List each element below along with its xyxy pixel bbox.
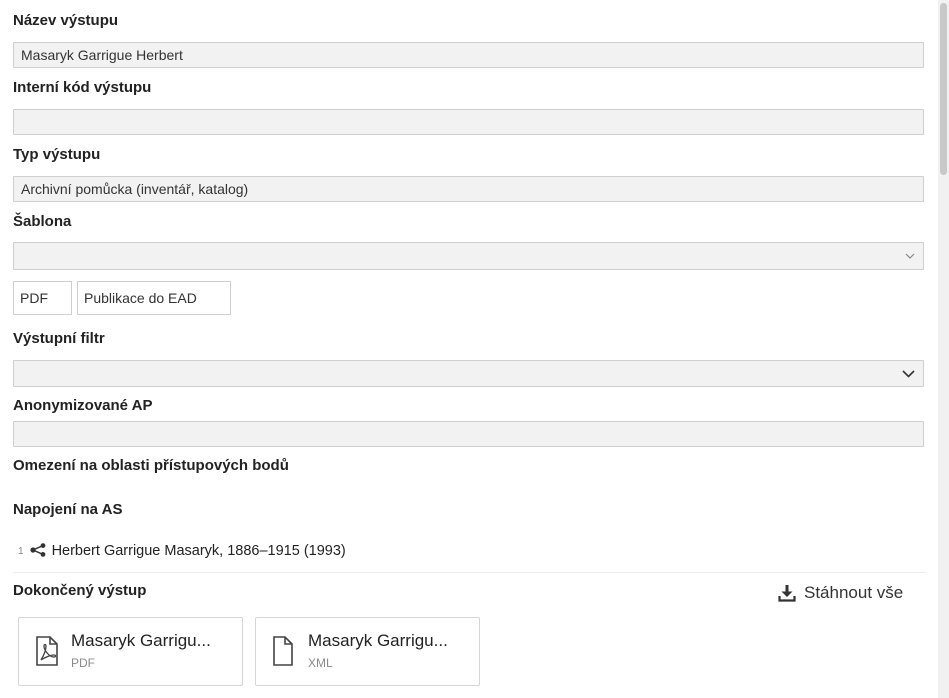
template-label: Šablona — [13, 213, 72, 230]
vertical-scrollbar[interactable] — [938, 0, 949, 698]
chevron-down-icon — [905, 243, 915, 269]
publish-ead-button[interactable]: Publikace do EAD — [77, 281, 231, 315]
file-name: Masaryk Garrigu... — [71, 631, 211, 650]
scrollbar-thumb[interactable] — [940, 3, 947, 175]
finished-output-label: Dokončený výstup — [13, 582, 147, 599]
pdf-file-icon — [35, 636, 59, 669]
output-filter-label: Výstupní filtr — [13, 330, 105, 347]
access-points-restriction-label: Omezení na oblasti přístupových bodů — [13, 457, 289, 474]
file-type: XML — [308, 656, 333, 670]
output-filter-select[interactable] — [13, 360, 924, 387]
file-card-pdf[interactable]: Masaryk Garrigu... PDF — [18, 617, 243, 686]
file-type: PDF — [71, 656, 95, 670]
output-type-label: Typ výstupu — [13, 146, 101, 163]
download-icon — [778, 585, 796, 602]
pdf-button[interactable]: PDF — [13, 281, 72, 315]
as-link-label: Napojení na AS — [13, 501, 123, 518]
as-link-item-text: Herbert Garrigue Masaryk, 1886–1915 (199… — [51, 543, 346, 559]
section-divider — [13, 572, 926, 573]
output-name-input[interactable]: Masaryk Garrigue Herbert — [13, 42, 924, 68]
file-name: Masaryk Garrigu... — [308, 631, 448, 650]
as-link-item[interactable]: 1 Herbert Garrigue Masaryk, 1886–1915 (1… — [18, 540, 346, 562]
hierarchy-icon — [29, 542, 46, 560]
template-select[interactable] — [13, 242, 924, 270]
chevron-down-icon — [902, 361, 915, 386]
output-type-input[interactable]: Archivní pomůcka (inventář, katalog) — [13, 176, 924, 202]
internal-code-input[interactable] — [13, 109, 924, 135]
download-all-label: Stáhnout vše — [804, 583, 904, 602]
anonymized-ap-label: Anonymizované AP — [13, 397, 153, 414]
file-card-xml[interactable]: Masaryk Garrigu... XML — [255, 617, 480, 686]
download-all-button[interactable]: Stáhnout vše — [778, 583, 903, 603]
anonymized-ap-input[interactable] — [13, 421, 924, 447]
output-name-label: Název výstupu — [13, 12, 119, 29]
output-detail-form: Název výstupu Masaryk Garrigue Herbert I… — [13, 0, 926, 698]
internal-code-label: Interní kód výstupu — [13, 79, 152, 96]
file-icon — [272, 636, 294, 669]
as-link-item-index: 1 — [18, 545, 24, 557]
